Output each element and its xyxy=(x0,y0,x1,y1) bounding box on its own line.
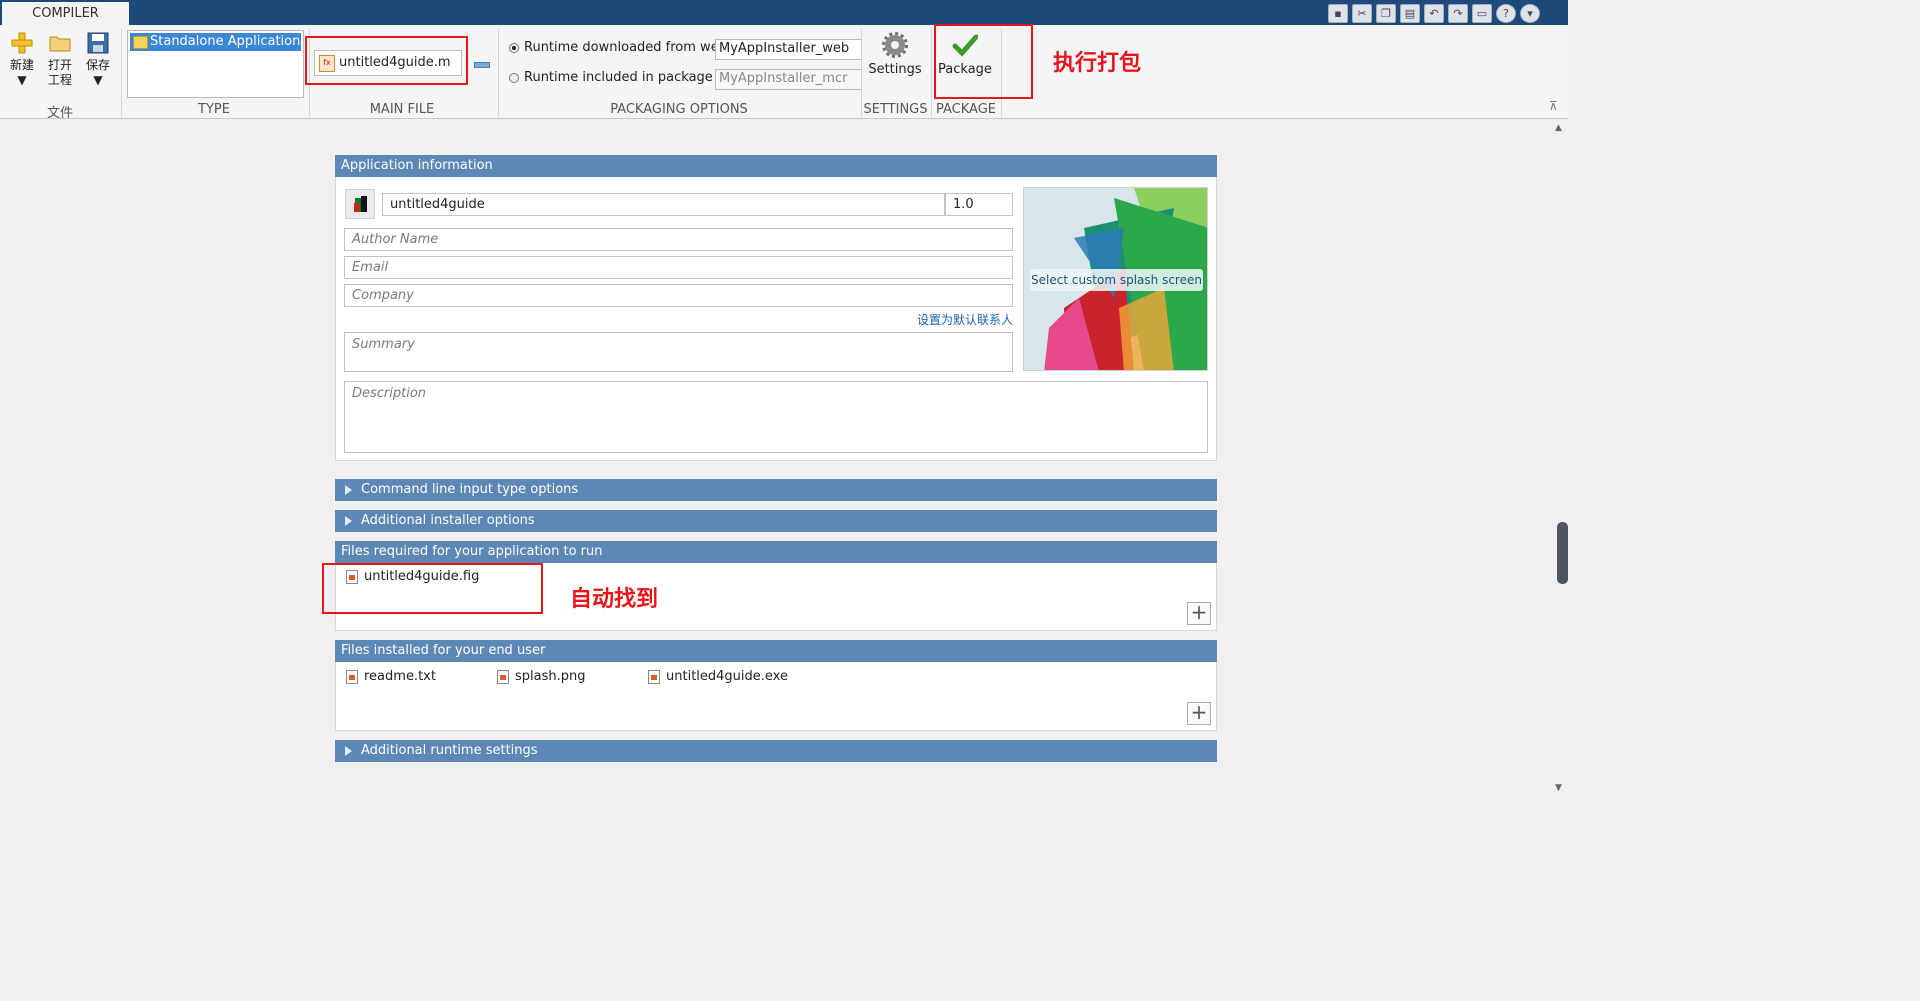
scroll-down-icon[interactable]: ▼ xyxy=(1555,783,1562,793)
copy-icon[interactable]: ❐ xyxy=(1376,3,1396,23)
email-field[interactable]: Email xyxy=(344,256,1013,279)
text-file-icon xyxy=(346,670,358,684)
files-installed-header: Files installed for your end user xyxy=(335,640,1217,662)
floppy-icon xyxy=(87,32,109,54)
divider xyxy=(498,29,499,117)
type-list[interactable]: Standalone Application xyxy=(127,30,304,98)
list-item[interactable]: splash.png xyxy=(497,669,586,685)
divider xyxy=(931,29,932,117)
undo-icon[interactable]: ↶ xyxy=(1424,3,1444,23)
annotation-package-highlight xyxy=(934,24,1033,99)
vertical-scrollbar[interactable]: ▲ ▼ xyxy=(1552,121,1568,801)
packaging-options-section-label: PACKAGING OPTIONS xyxy=(610,102,748,117)
select-splash-screen-button[interactable]: Select custom splash screen xyxy=(1030,269,1203,291)
main-file-section-label: MAIN FILE xyxy=(369,102,435,117)
runtime-settings-header[interactable]: Additional runtime settings xyxy=(335,740,1217,762)
scroll-up-icon[interactable]: ▲ xyxy=(1555,123,1562,133)
scrollbar-thumb[interactable] xyxy=(1557,522,1568,584)
annotation-files-note: 自动找到 xyxy=(570,587,659,612)
radio-unselected-icon xyxy=(509,73,519,83)
mcr-installer-name-field[interactable]: MyAppInstaller_mcr xyxy=(715,69,862,90)
collapse-ribbon-icon[interactable]: ⊼ xyxy=(1549,99,1558,113)
runtime-web-option[interactable]: Runtime downloaded from web xyxy=(509,38,727,58)
options-icon[interactable]: ▾ xyxy=(1520,3,1540,23)
app-icon xyxy=(354,196,367,212)
switch-windows-icon[interactable]: ▭ xyxy=(1472,3,1492,23)
add-required-file-button[interactable]: + xyxy=(1187,602,1211,625)
new-project-button[interactable]: 新建 ▼ xyxy=(5,31,39,88)
cmdline-options-header[interactable]: Command line input type options xyxy=(335,479,1217,501)
list-item[interactable]: readme.txt xyxy=(346,669,436,685)
chevron-down-icon: ▼ xyxy=(93,73,103,87)
runtime-included-option[interactable]: Runtime included in package xyxy=(509,68,713,88)
app-icon xyxy=(133,36,148,49)
app-name-field[interactable]: untitled4guide xyxy=(382,193,945,216)
paste-icon[interactable]: ▤ xyxy=(1400,3,1420,23)
folder-icon xyxy=(49,36,71,52)
web-installer-name-field[interactable]: MyAppInstaller_web xyxy=(715,39,862,60)
settings-section-label: SETTINGS xyxy=(863,102,928,117)
file-section-label: 文件 xyxy=(46,106,73,121)
expand-triangle-icon xyxy=(345,485,352,495)
app-icon-button[interactable] xyxy=(345,189,375,219)
cut-icon[interactable]: ✂ xyxy=(1352,3,1372,23)
company-field[interactable]: Company xyxy=(344,284,1013,307)
exe-file-icon xyxy=(648,670,660,684)
image-file-icon xyxy=(497,670,509,684)
installer-options-header[interactable]: Additional installer options xyxy=(335,510,1217,532)
settings-button[interactable]: Settings xyxy=(866,32,924,77)
ribbon: 新建 ▼ 打开 工程 保存 ▼ 文件 Standalone Applicatio… xyxy=(0,25,1568,121)
redo-icon[interactable]: ↷ xyxy=(1448,3,1468,23)
radio-selected-icon xyxy=(509,43,519,53)
open-project-button[interactable]: 打开 工程 xyxy=(43,31,77,88)
annotation-package-note: 执行打包 xyxy=(1053,51,1142,76)
description-field[interactable]: Description xyxy=(344,381,1208,453)
plus-icon xyxy=(11,32,33,54)
add-installed-file-button[interactable]: + xyxy=(1187,702,1211,725)
expand-triangle-icon xyxy=(345,516,352,526)
list-item[interactable]: untitled4guide.exe xyxy=(648,669,788,685)
annotation-files-highlight xyxy=(322,563,543,614)
type-option-standalone[interactable]: Standalone Application xyxy=(130,33,301,51)
tab-compiler[interactable]: COMPILER xyxy=(2,2,129,25)
gear-icon xyxy=(882,32,908,58)
divider xyxy=(121,29,122,117)
author-name-field[interactable]: Author Name xyxy=(344,228,1013,251)
help-icon[interactable]: ? xyxy=(1496,3,1516,23)
version-field[interactable]: 1.0 xyxy=(945,193,1013,216)
quick-access-toolbar: ▪ ✂ ❐ ▤ ↶ ↷ ▭ ? ▾ xyxy=(1328,3,1540,23)
type-section-label: TYPE xyxy=(198,102,230,117)
save-project-button[interactable]: 保存 ▼ xyxy=(81,31,115,88)
remove-main-file-button[interactable] xyxy=(474,62,490,68)
annotation-main-file-highlight xyxy=(305,36,468,85)
expand-triangle-icon xyxy=(345,746,352,756)
save-icon[interactable]: ▪ xyxy=(1328,3,1348,23)
summary-field[interactable]: Summary xyxy=(344,332,1013,372)
chevron-down-icon: ▼ xyxy=(17,73,27,87)
package-section-label: PACKAGE xyxy=(936,102,996,117)
app-info-header: Application information xyxy=(335,155,1217,177)
files-required-header: Files required for your application to r… xyxy=(335,541,1217,563)
set-default-contact-link[interactable]: 设置为默认联系人 xyxy=(880,311,1013,328)
splash-screen-preview[interactable]: Select custom splash screen xyxy=(1023,187,1208,371)
